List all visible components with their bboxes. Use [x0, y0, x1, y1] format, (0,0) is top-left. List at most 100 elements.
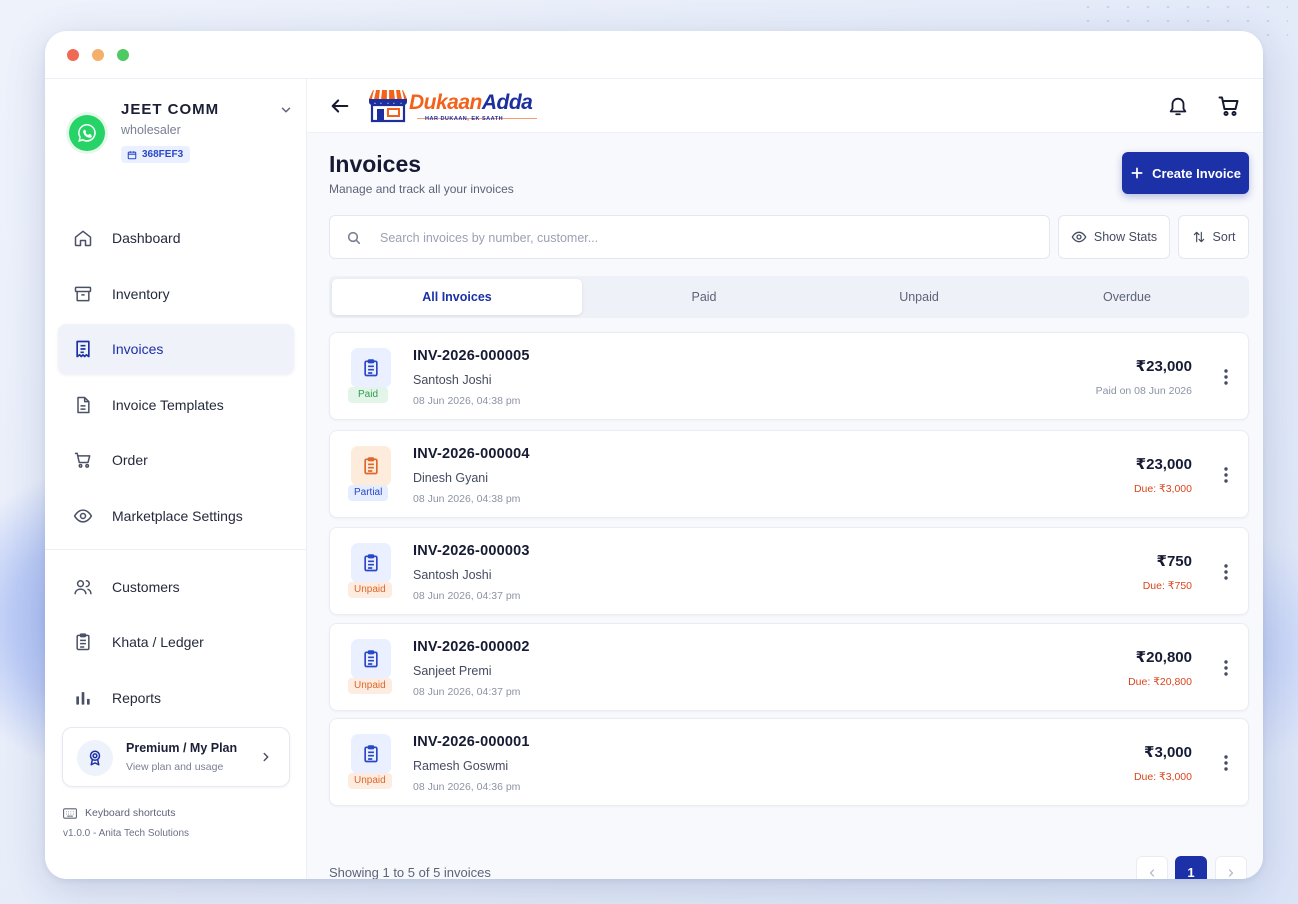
sort-button[interactable]: Sort — [1178, 215, 1249, 259]
sidebar-item-label: Dashboard — [112, 230, 181, 246]
invoice-customer: Ramesh Goswmi — [413, 759, 509, 773]
sidebar-item-label: Reports — [112, 689, 162, 706]
invoice-card[interactable]: Partial INV-2026-000004 Dinesh Gyani 08 … — [329, 430, 1249, 518]
invoice-amount: ₹20,800 — [1135, 649, 1192, 666]
tab-overdue[interactable]: Overdue — [1002, 279, 1252, 315]
tab-paid[interactable]: Paid — [579, 279, 829, 315]
invoice-payment-status: Paid on 08 Jun 2026 — [1095, 385, 1192, 397]
show-stats-label: Show Stats — [1093, 230, 1158, 244]
business-code-badge: 368FEF3 — [121, 146, 191, 163]
sidebar-item-label: Customers — [112, 578, 180, 595]
home-icon — [72, 227, 94, 249]
invoice-number: INV-2026-000004 — [413, 446, 530, 462]
invoice-filter-tabs: All Invoices Paid Unpaid Overdue — [329, 276, 1249, 318]
chevron-down-icon[interactable] — [279, 103, 293, 117]
sidebar-item-invoices[interactable]: Invoices — [58, 324, 294, 374]
version-text: v1.0.0 - Anita Tech Solutions — [63, 828, 190, 839]
business-code: 368FEF3 — [142, 149, 184, 160]
invoice-customer: Santosh Joshi — [413, 568, 492, 582]
receipt-icon — [72, 338, 94, 360]
award-icon — [77, 740, 113, 776]
invoice-amount: ₹23,000 — [1135, 456, 1192, 473]
create-invoice-button[interactable]: Create Invoice — [1122, 152, 1249, 194]
clipboard-icon — [72, 631, 94, 653]
page-subtitle: Manage and track all your invoices — [329, 182, 514, 196]
calendar-icon — [127, 150, 137, 159]
sort-label: Sort — [1212, 230, 1236, 244]
chevron-right-icon — [1228, 868, 1234, 877]
sidebar-item-invoice-templates[interactable]: Invoice Templates — [58, 380, 294, 430]
sidebar: JEET COMM wholesaler 368FEF3 Dashboard I… — [45, 79, 307, 879]
app-window: JEET COMM wholesaler 368FEF3 Dashboard I… — [45, 31, 1263, 879]
shop-logo-icon — [369, 89, 407, 123]
users-icon — [72, 576, 94, 598]
status-badge: Paid — [348, 387, 388, 403]
whatsapp-icon — [69, 115, 105, 151]
premium-plan-card[interactable]: Premium / My Plan View plan and usage — [62, 727, 290, 787]
logo-dukaan: Dukaan — [409, 91, 482, 114]
show-stats-button[interactable]: Show Stats — [1058, 215, 1170, 259]
sidebar-nav: Dashboard Inventory Invoices Invoice Tem… — [45, 213, 307, 728]
invoice-payment-status: Due: ₹3,000 — [1133, 483, 1192, 495]
status-badge: Unpaid — [348, 678, 392, 694]
sidebar-item-order[interactable]: Order — [58, 435, 294, 485]
invoice-clipboard-icon — [351, 348, 391, 388]
sidebar-item-inventory[interactable]: Inventory — [58, 269, 294, 319]
sidebar-item-reports[interactable]: Reports — [58, 673, 294, 723]
keyboard-icon — [63, 807, 77, 819]
sidebar-item-label: Invoice Templates — [112, 396, 224, 413]
dukaanadda-logo[interactable]: DukaanAdda HAR DUKAAN, EK SAATH — [367, 85, 537, 125]
chevron-right-icon — [263, 752, 269, 762]
invoice-date: 08 Jun 2026, 04:38 pm — [413, 395, 521, 407]
invoice-customer: Sanjeet Premi — [413, 664, 492, 678]
status-badge: Unpaid — [348, 582, 392, 598]
sidebar-item-khata-ledger[interactable]: Khata / Ledger — [58, 617, 294, 667]
plan-title: Premium / My Plan — [126, 741, 238, 755]
sidebar-item-marketplace-settings[interactable]: Marketplace Settings — [58, 491, 294, 541]
more-options-icon[interactable] — [1224, 564, 1228, 580]
previous-page-button[interactable] — [1136, 856, 1168, 879]
more-options-icon[interactable] — [1224, 467, 1228, 483]
close-window-button[interactable] — [67, 49, 79, 61]
next-page-button[interactable] — [1215, 856, 1247, 879]
profile-switcher[interactable]: JEET COMM wholesaler 368FEF3 — [67, 97, 297, 177]
maximize-window-button[interactable] — [117, 49, 129, 61]
shopping-cart-icon[interactable] — [1217, 94, 1241, 118]
invoice-card[interactable]: Unpaid INV-2026-000003 Santosh Joshi 08 … — [329, 527, 1249, 615]
more-options-icon[interactable] — [1224, 660, 1228, 676]
sidebar-item-customers[interactable]: Customers — [58, 562, 294, 612]
page-title: Invoices — [329, 151, 422, 177]
keyboard-shortcuts-link[interactable]: Keyboard shortcuts — [63, 807, 175, 819]
page-button-current[interactable]: 1 — [1175, 856, 1207, 879]
sidebar-item-dashboard[interactable]: Dashboard — [58, 213, 294, 263]
invoice-number: INV-2026-000003 — [413, 543, 530, 559]
more-options-icon[interactable] — [1224, 369, 1228, 385]
invoice-card[interactable]: Paid INV-2026-000005 Santosh Joshi 08 Ju… — [329, 332, 1249, 420]
invoice-number: INV-2026-000002 — [413, 639, 530, 655]
status-badge: Partial — [348, 485, 389, 501]
main-content: DukaanAdda HAR DUKAAN, EK SAATH Invoices… — [307, 79, 1263, 879]
invoice-date: 08 Jun 2026, 04:37 pm — [413, 590, 521, 602]
plus-icon — [1131, 167, 1143, 179]
invoice-amount: ₹3,000 — [1144, 744, 1192, 761]
invoice-card[interactable]: Unpaid INV-2026-000002 Sanjeet Premi 08 … — [329, 623, 1249, 711]
chevron-left-icon — [1149, 868, 1155, 877]
pagination-summary: Showing 1 to 5 of 5 invoices — [329, 865, 491, 879]
minimize-window-button[interactable] — [92, 49, 104, 61]
notification-bell-icon[interactable] — [1167, 95, 1189, 117]
archive-box-icon — [72, 283, 94, 305]
invoice-card[interactable]: Unpaid INV-2026-000001 Ramesh Goswmi 08 … — [329, 718, 1249, 806]
bar-chart-icon — [72, 687, 94, 709]
sidebar-item-label: Inventory — [112, 285, 170, 302]
invoice-customer: Santosh Joshi — [413, 373, 492, 387]
tab-all-invoices[interactable]: All Invoices — [332, 279, 582, 315]
eye-icon — [1071, 231, 1087, 243]
logo-tagline: HAR DUKAAN, EK SAATH — [425, 116, 504, 122]
eye-icon — [72, 505, 94, 527]
more-options-icon[interactable] — [1224, 755, 1228, 771]
invoice-clipboard-icon — [351, 734, 391, 774]
search-input[interactable] — [380, 227, 1020, 249]
plan-subtitle: View plan and usage — [126, 761, 224, 773]
back-arrow-icon[interactable] — [329, 95, 351, 117]
invoice-clipboard-icon — [351, 446, 391, 486]
